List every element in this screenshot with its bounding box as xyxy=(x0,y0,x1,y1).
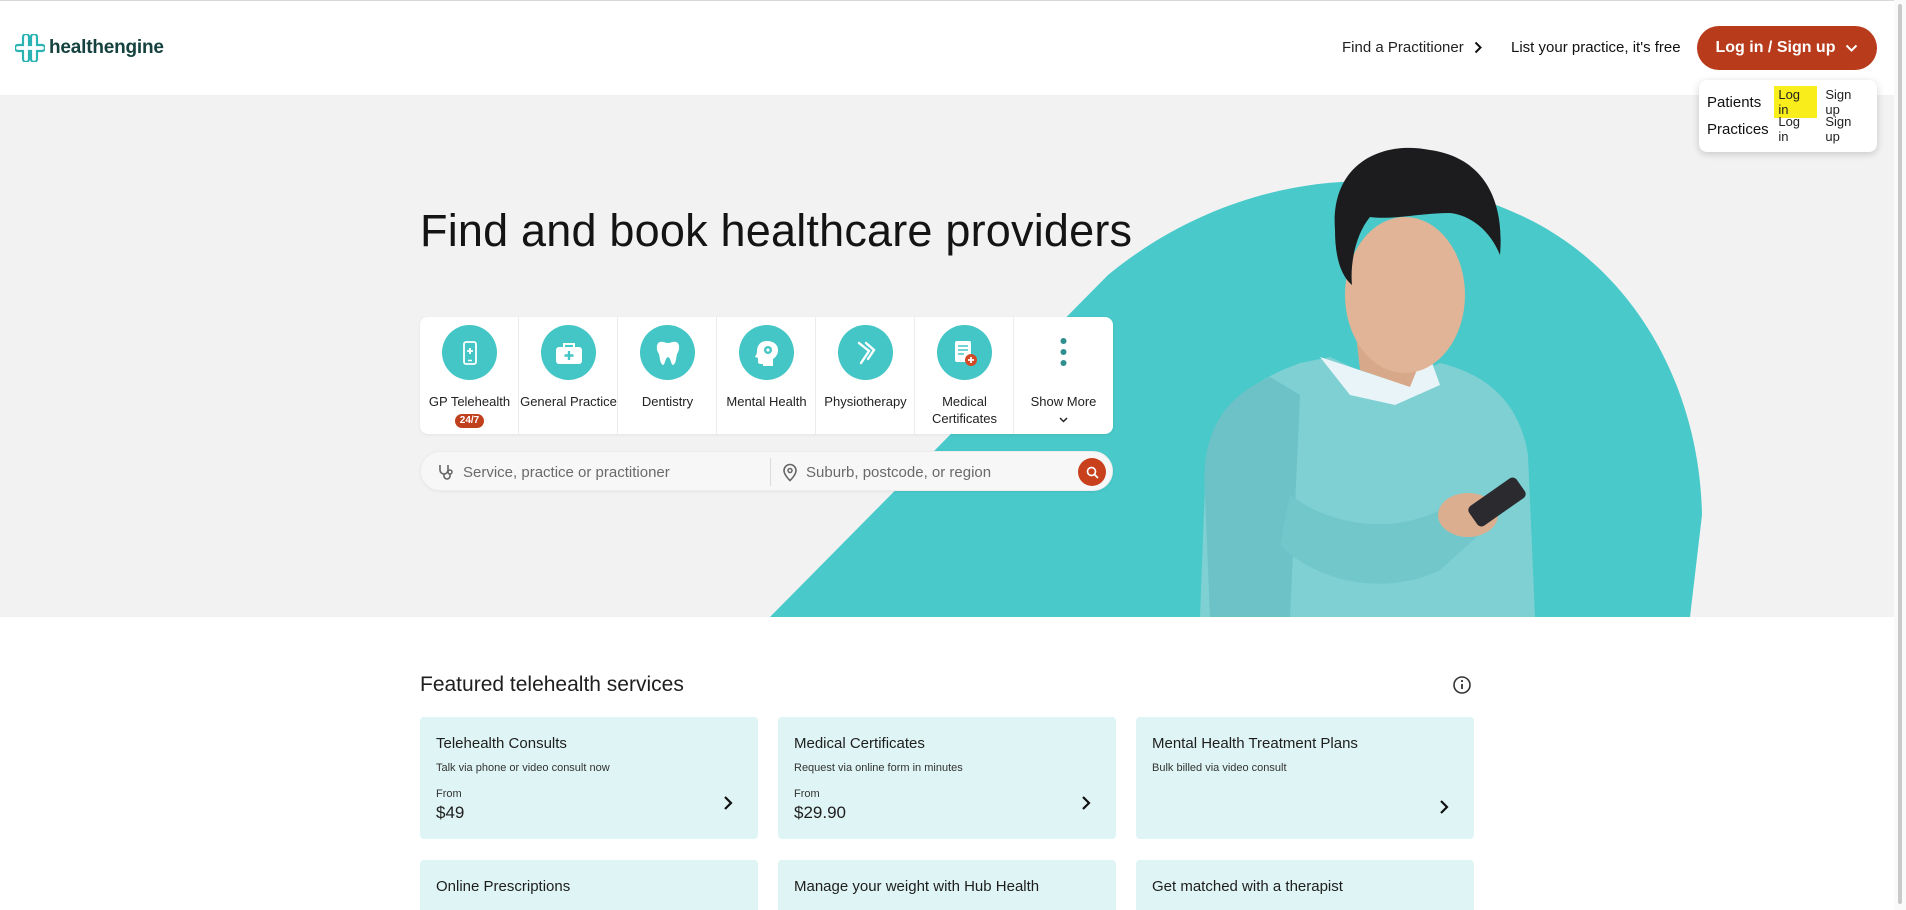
search-bar: Service, practice or practitioner Suburb… xyxy=(420,451,1113,491)
category-icon-circle xyxy=(640,325,695,380)
list-practice-link[interactable]: List your practice, it's free xyxy=(1511,39,1681,56)
category-label: Dentistry xyxy=(641,394,694,409)
physio-icon xyxy=(857,341,876,364)
login-signup-label: Log in / Sign up xyxy=(1715,39,1836,56)
site-header: healthengine Find a Practitioner List yo… xyxy=(0,1,1906,95)
card-subtitle: Bulk billed via video consult xyxy=(1152,762,1287,774)
search-icon xyxy=(1086,466,1099,479)
search-divider xyxy=(770,458,771,486)
category-label: Mental Health xyxy=(726,394,807,409)
patients-label: Patients xyxy=(1707,93,1762,111)
head-icon xyxy=(754,340,778,366)
category-label: Show More xyxy=(1030,394,1097,409)
service-search-input[interactable]: Service, practice or practitioner xyxy=(437,452,767,492)
card-price: $49 xyxy=(436,803,465,822)
hero-title: Find and book healthcare providers xyxy=(420,205,1133,256)
category-label: General Practice xyxy=(520,394,617,409)
featured-section-title: Featured telehealth services xyxy=(420,673,684,696)
always-open-badge: 24/7 xyxy=(454,414,485,428)
medical-bag-icon xyxy=(555,342,582,364)
category-icon-circle xyxy=(838,325,893,380)
service-card-online-prescriptions[interactable]: Online Prescriptions xyxy=(420,860,758,910)
chevron-down-icon xyxy=(1846,44,1858,52)
practices-login-link[interactable]: Log in xyxy=(1774,113,1817,145)
chevron-right-icon xyxy=(1082,796,1091,810)
category-label: Physiotherapy xyxy=(824,394,907,409)
location-search-input[interactable]: Suburb, postcode, or region xyxy=(782,452,1062,492)
category-bar: GP Telehealth 24/7 General Practice Dent… xyxy=(420,317,1113,434)
chevron-right-icon xyxy=(724,796,733,810)
service-card-telehealth[interactable]: Telehealth Consults Talk via phone or vi… xyxy=(420,717,758,839)
category-general-practice[interactable]: General Practice xyxy=(519,317,618,434)
card-from-label: From xyxy=(436,788,462,800)
category-mental-health[interactable]: Mental Health xyxy=(717,317,816,434)
category-icon-circle xyxy=(937,325,992,380)
phone-plus-icon xyxy=(462,340,477,365)
patients-signup-link[interactable]: Sign up xyxy=(1825,87,1869,117)
login-dropdown-menu: Patients Log in Sign up Practices Log in… xyxy=(1699,80,1877,152)
healthengine-logo[interactable]: healthengine xyxy=(15,34,164,62)
service-card-weight-management[interactable]: Manage your weight with Hub Health xyxy=(778,860,1116,910)
category-dentistry[interactable]: Dentistry xyxy=(618,317,717,434)
card-title: Medical Certificates xyxy=(794,735,925,752)
patients-row: Patients Log in Sign up xyxy=(1707,86,1869,118)
card-title: Online Prescriptions xyxy=(436,878,571,895)
location-pin-icon xyxy=(783,463,797,482)
location-search-placeholder: Suburb, postcode, or region xyxy=(806,463,992,481)
practices-label: Practices xyxy=(1707,120,1769,138)
service-search-placeholder: Service, practice or practitioner xyxy=(463,463,670,481)
category-physiotherapy[interactable]: Physiotherapy xyxy=(816,317,915,434)
card-subtitle: Request via online form in minutes xyxy=(794,762,963,774)
category-medical-certificates[interactable]: Medical Certificates xyxy=(915,317,1014,434)
card-subtitle: Talk via phone or video consult now xyxy=(436,762,610,774)
card-price: $29.90 xyxy=(794,803,846,822)
practices-signup-link[interactable]: Sign up xyxy=(1825,114,1869,144)
category-icon-circle xyxy=(739,325,794,380)
scrollbar-thumb[interactable] xyxy=(1898,4,1902,904)
category-show-more[interactable]: Show More xyxy=(1014,317,1113,434)
login-signup-button[interactable]: Log in / Sign up xyxy=(1697,26,1877,70)
category-gp-telehealth[interactable]: GP Telehealth 24/7 xyxy=(420,317,519,434)
category-icon-circle xyxy=(442,325,497,380)
category-icon-circle xyxy=(541,325,596,380)
certificate-icon xyxy=(954,340,977,366)
more-dots-icon xyxy=(1060,338,1067,366)
find-practitioner-label: Find a Practitioner xyxy=(1342,39,1464,56)
service-card-therapist-match[interactable]: Get matched with a therapist xyxy=(1136,860,1474,910)
chevron-right-icon xyxy=(1474,41,1482,54)
logo-icon xyxy=(15,34,45,62)
card-title: Get matched with a therapist xyxy=(1152,878,1343,895)
practices-row: Practices Log in Sign up xyxy=(1707,114,1869,144)
service-card-medical-certificates[interactable]: Medical Certificates Request via online … xyxy=(778,717,1116,839)
card-title: Mental Health Treatment Plans xyxy=(1152,735,1358,752)
stethoscope-icon xyxy=(439,465,453,480)
info-icon[interactable] xyxy=(1452,675,1472,695)
service-card-mental-health-plans[interactable]: Mental Health Treatment Plans Bulk bille… xyxy=(1136,717,1474,839)
tooth-icon xyxy=(656,341,679,365)
hero-section: Find and book healthcare providers GP Te… xyxy=(0,95,1906,617)
card-from-label: From xyxy=(794,788,820,800)
chevron-right-icon xyxy=(1440,800,1449,814)
card-title: Telehealth Consults xyxy=(436,735,567,752)
logo-text: healthengine xyxy=(49,37,164,58)
category-label: Medical Certificates xyxy=(931,394,998,426)
search-button[interactable] xyxy=(1078,458,1106,486)
chevron-down-icon xyxy=(1059,417,1068,423)
card-title: Manage your weight with Hub Health xyxy=(794,878,1040,895)
find-practitioner-link[interactable]: Find a Practitioner xyxy=(1342,39,1482,56)
category-label: GP Telehealth xyxy=(428,394,511,409)
